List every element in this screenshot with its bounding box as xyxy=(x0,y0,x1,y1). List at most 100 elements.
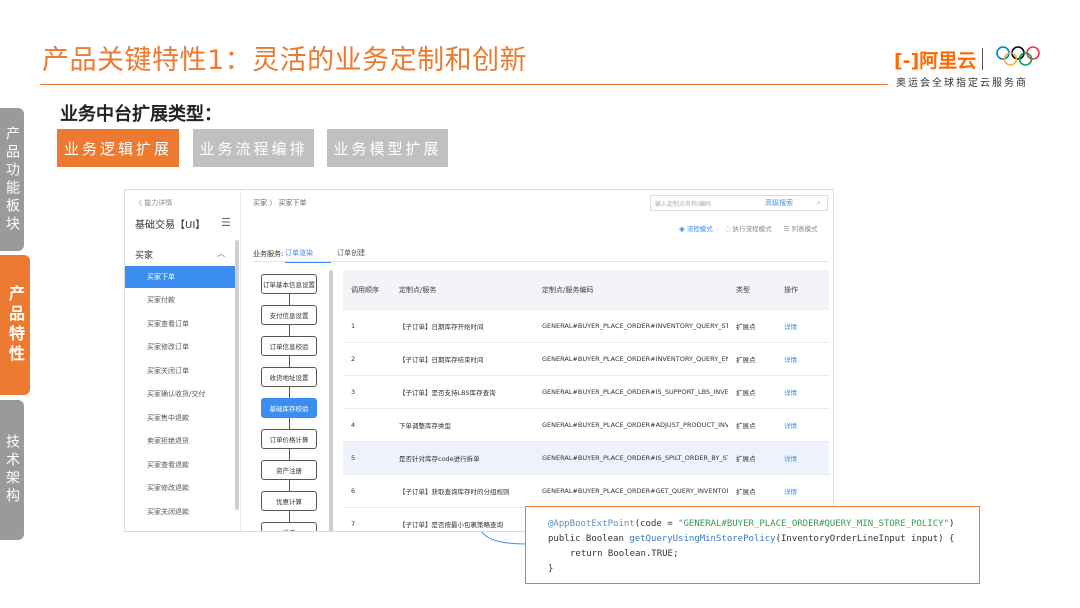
table-row[interactable]: 6 【子订单】获取查询库存时的分组规则 GENERAL#BUYER_PLACE_… xyxy=(343,475,829,508)
flow-node[interactable]: 收货地址设置 xyxy=(261,367,317,387)
view-mode-switch[interactable]: ◉ 流程模式 ◌ 执行流程模式 ☰ 列表模式 xyxy=(679,223,828,233)
code-annotation: @AppBootExtPoint xyxy=(548,519,635,529)
detail-link[interactable]: 详情 xyxy=(776,310,829,342)
table-header: 调用顺序 定制点/服务 定制点/服务编码 类型 操作 xyxy=(343,270,829,310)
flow-scrollbar[interactable] xyxy=(329,270,333,531)
list-mode-option[interactable]: ☰ 列表模式 xyxy=(784,225,818,233)
sidebar-group-buyer[interactable]: 买家 xyxy=(135,248,153,261)
tab-divider xyxy=(253,261,829,262)
sidebar-item[interactable]: 买家查看订单 xyxy=(125,313,235,335)
cell-name: 【子订单】日期库存开始时间 xyxy=(399,323,484,331)
cell-order: 7 xyxy=(351,520,356,528)
brand-separator xyxy=(982,48,983,70)
search-input[interactable]: 输入定制点名称/编码 高级搜索 ⌕ xyxy=(650,195,828,211)
cell-name: 下单调整库存类型 xyxy=(399,422,451,430)
title-divider xyxy=(40,84,888,85)
code-line-2: public Boolean getQueryUsingMinStorePoli… xyxy=(548,532,979,547)
cell-type: 扩展点 xyxy=(736,356,756,364)
tab-order-create[interactable]: 订单创建 xyxy=(337,248,365,258)
flow-node[interactable]: 订单价格计算 xyxy=(261,429,317,449)
tab-product-modules[interactable]: 产品功能板块 xyxy=(0,108,24,251)
cell-code: GENERAL#BUYER_PLACE_ORDER#IS_SUPPORT_LBS… xyxy=(542,388,728,396)
tab-product-features[interactable]: 产品特性 xyxy=(0,255,30,395)
code-string: "GENERAL#BUYER_PLACE_ORDER#QUERY_MIN_STO… xyxy=(678,519,949,529)
table-row-highlighted[interactable]: 5 是否针对库存code进行拆单 GENERAL#BUYER_PLACE_ORD… xyxy=(343,442,829,475)
detail-link[interactable]: 详情 xyxy=(776,409,829,441)
brand-subtitle: 奥运会全球指定云服务商 xyxy=(896,78,1028,89)
flow-node[interactable]: 订单信息校验 xyxy=(261,336,317,356)
table-row[interactable]: 2 【子订单】日期库存结束时间 GENERAL#BUYER_PLACE_ORDE… xyxy=(343,343,829,376)
app-name: 基础交易【UI】 xyxy=(135,220,206,231)
cell-name: 【子订单】获取查询库存时的分组规则 xyxy=(399,488,510,496)
logic-extension-button[interactable]: 业务逻辑扩展 xyxy=(57,129,179,167)
breadcrumb[interactable]: 买家 〉 买家下单 xyxy=(253,198,306,208)
col-code: 定制点/服务编码 xyxy=(542,285,594,294)
service-label: 业务服务: xyxy=(253,250,284,258)
cell-order: 6 xyxy=(351,487,356,495)
app-screenshot: 〈 能力详情 基础交易【UI】 ☰ 买家 ︿ 买家下单 买家付款 买家查看订单 … xyxy=(124,189,834,532)
sidebar-item[interactable]: 买家付款 xyxy=(125,289,235,311)
flow-arrow xyxy=(289,449,290,460)
code-line-3: return Boolean.TRUE; xyxy=(570,549,679,559)
sidebar-item[interactable]: 买家查看退款 xyxy=(125,454,235,476)
cell-order: 1 xyxy=(351,322,356,330)
col-action: 操作 xyxy=(784,285,798,294)
flow-node-inventory-check[interactable]: 基础库存校验 xyxy=(261,398,317,418)
sidebar-item[interactable]: 买家确认收货/交付 xyxy=(125,383,235,405)
cell-code: GENERAL#BUYER_PLACE_ORDER#ADJUST_PRODUCT… xyxy=(542,421,728,429)
code-function: getQueryUsingMinStorePolicy xyxy=(629,534,776,544)
cell-order: 3 xyxy=(351,388,356,396)
cell-code: GENERAL#BUYER_PLACE_ORDER#GET_QUERY_INVE… xyxy=(542,487,728,495)
detail-link[interactable]: 详情 xyxy=(776,343,829,375)
chevron-up-icon[interactable]: ︿ xyxy=(217,248,225,259)
col-order: 调用顺序 xyxy=(351,285,379,294)
flow-orchestration-button[interactable]: 业务流程编排 xyxy=(193,129,314,167)
detail-link[interactable]: 详情 xyxy=(776,376,829,408)
search-placeholder: 输入定制点名称/编码 xyxy=(655,200,712,208)
table-row[interactable]: 4 下单调整库存类型 GENERAL#BUYER_PLACE_ORDER#ADJ… xyxy=(343,409,829,442)
flow-node[interactable]: 拆单 xyxy=(261,522,317,531)
code-text: (code = xyxy=(634,519,679,529)
sidebar-item-buyer-place-order[interactable]: 买家下单 xyxy=(125,266,235,288)
cell-name: 【子订单】是否按最小包裹策略查询 xyxy=(399,521,503,529)
flow-node[interactable]: 支付信息设置 xyxy=(261,305,317,325)
flow-mode-option[interactable]: ◉ 流程模式 xyxy=(679,225,713,233)
code-text: (InventoryOrderLineInput input) { xyxy=(775,534,955,544)
cell-code: GENERAL#BUYER_PLACE_ORDER#INVENTORY_QUER… xyxy=(542,322,728,330)
sidebar-item[interactable]: 买家关闭退款 xyxy=(125,501,235,523)
callout-connector xyxy=(481,531,527,545)
flow-node[interactable]: 优惠计算 xyxy=(261,491,317,511)
model-extension-button[interactable]: 业务模型扩展 xyxy=(327,129,448,167)
aliyun-logo: [-]阿里云 xyxy=(894,50,977,72)
exec-flow-mode-option[interactable]: ◌ 执行流程模式 xyxy=(725,225,772,233)
detail-link[interactable]: 详情 xyxy=(776,442,829,474)
sidebar-item[interactable]: 买家售中退款 xyxy=(125,407,235,429)
sidebar-item[interactable]: 买家修改退款 xyxy=(125,477,235,499)
section-subheading: 业务中台扩展类型： xyxy=(60,104,222,125)
advanced-search-link[interactable]: 高级搜索 xyxy=(765,198,793,208)
sidebar-item[interactable]: 买家关闭订单 xyxy=(125,360,235,382)
sidebar-scrollbar[interactable] xyxy=(235,240,239,510)
detail-link[interactable]: 详情 xyxy=(776,475,829,507)
cell-type: 扩展点 xyxy=(736,389,756,397)
flow-node[interactable]: 订单基本信息设置 xyxy=(261,274,317,294)
code-keyword: public Boolean xyxy=(548,534,630,544)
sidebar-item[interactable]: 卖家拒绝退货 xyxy=(125,430,235,452)
cell-name: 【子订单】是否支持LBS库存查询 xyxy=(399,389,496,397)
cell-name: 【子订单】日期库存结束时间 xyxy=(399,356,484,364)
table-row[interactable]: 3 【子订单】是否支持LBS库存查询 GENERAL#BUYER_PLACE_O… xyxy=(343,376,829,409)
table-row[interactable]: 1 【子订单】日期库存开始时间 GENERAL#BUYER_PLACE_ORDE… xyxy=(343,310,829,343)
flow-node[interactable]: 资产注册 xyxy=(261,460,317,480)
flow-arrow xyxy=(289,294,290,305)
cell-type: 扩展点 xyxy=(736,422,756,430)
menu-icon[interactable]: ☰ xyxy=(221,216,231,229)
sidebar-item[interactable]: 买家修改订单 xyxy=(125,336,235,358)
olympic-rings-icon xyxy=(996,46,1040,66)
search-icon[interactable]: ⌕ xyxy=(817,198,821,208)
back-link[interactable]: 〈 能力详情 xyxy=(135,198,172,208)
cell-type: 扩展点 xyxy=(736,488,756,496)
col-name: 定制点/服务 xyxy=(399,285,437,294)
code-line-1: @AppBootExtPoint(code = "GENERAL#BUYER_P… xyxy=(548,517,979,532)
tab-tech-architecture[interactable]: 技术架构 xyxy=(0,400,24,540)
cell-type: 扩展点 xyxy=(736,323,756,331)
